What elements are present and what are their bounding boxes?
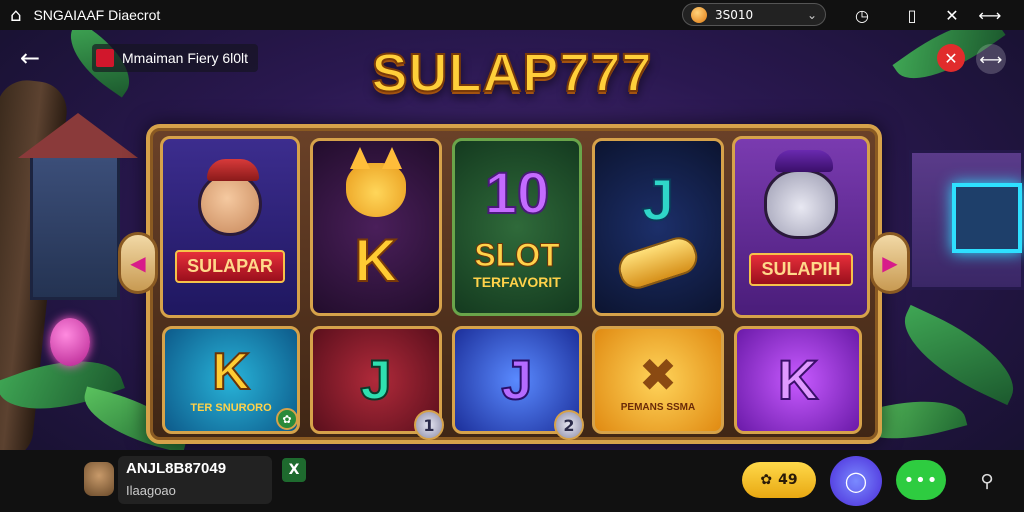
house-right — [909, 150, 1024, 290]
tile-letter: J — [500, 348, 533, 411]
tile-banner: SULAPIH — [749, 252, 853, 286]
shuffle-button[interactable]: ⟷ — [976, 44, 1006, 74]
cat-character — [764, 149, 838, 239]
tile-letter: K — [353, 227, 398, 294]
page-badge-2[interactable]: 2 — [554, 410, 584, 440]
coin-icon — [691, 6, 707, 23]
fox-icon — [346, 147, 406, 217]
house-left — [18, 113, 138, 300]
account-id: ANJL8B87049 — [126, 460, 227, 477]
bonus-count: 49 — [778, 472, 798, 488]
gold-bar-icon — [614, 232, 702, 294]
hero-character — [198, 158, 262, 236]
tile-word: SLOT — [474, 236, 560, 273]
breadcrumb[interactable]: Mmaiman Fiery 6l0lt — [92, 44, 259, 72]
bonus-icon: ✿ — [760, 472, 773, 488]
chat-icon[interactable]: ◯ — [830, 456, 882, 506]
tile-letter: K — [777, 348, 819, 411]
pin-icon[interactable]: ⚲ — [972, 466, 1002, 496]
back-arrow-icon[interactable]: ← — [14, 42, 46, 74]
slot-tile-fox-k[interactable]: K — [310, 138, 442, 316]
tile-banner: SULAPAR — [175, 249, 285, 283]
account-subtitle: Ilaagoao — [126, 483, 176, 498]
tile-caption: PEMANS SSMA — [620, 401, 696, 413]
next-arrow-button[interactable]: ▶ — [870, 232, 910, 294]
glowing-flower — [50, 318, 90, 366]
slot-tile-k-purple[interactable]: K — [734, 326, 862, 434]
neon-window — [952, 183, 1022, 253]
shuffle-icon[interactable]: ⟷ — [979, 5, 1002, 25]
status-title: SNGAIAAF Diaecrot — [33, 7, 161, 23]
account-box[interactable]: ANJL8B87049 Ilaagoao — [118, 456, 272, 504]
game-logo: SULAP777 — [370, 42, 653, 104]
slot-tile-hero[interactable]: SULAPAR — [160, 136, 300, 318]
breadcrumb-label: Mmaiman Fiery 6l0lt — [122, 50, 249, 66]
coin-balance: 3S010 — [715, 7, 754, 22]
more-icon[interactable]: ••• — [896, 460, 946, 500]
tile-number: 10 — [484, 160, 551, 226]
crossed-sticks-icon: ✖ — [638, 347, 678, 402]
flag-icon — [96, 49, 114, 67]
chevron-down-icon: ⌄ — [806, 7, 817, 22]
leaf-badge-icon: ✿ — [276, 408, 298, 430]
tile-caption: TER SNURORO — [190, 402, 272, 414]
bonus-button[interactable]: ✿ 49 — [742, 462, 816, 498]
tile-letter: J — [359, 348, 392, 411]
x-button[interactable]: X — [282, 458, 306, 482]
tile-letter: J — [641, 168, 675, 233]
tile-letter: K — [211, 343, 251, 401]
slot-tile-cat[interactable]: SULAPIH — [732, 136, 870, 318]
slot-tile-crossed[interactable]: ✖ PEMANS SSMA — [592, 326, 724, 434]
close-button[interactable]: ✕ — [937, 44, 965, 72]
previous-arrow-button[interactable]: ◀ — [118, 232, 158, 294]
close-icon[interactable]: ✕ — [942, 5, 962, 25]
slot-tile-10[interactable]: 10 SLOT TERFAVORIT — [452, 138, 582, 316]
leaf — [889, 304, 1024, 406]
avatar[interactable] — [84, 462, 114, 496]
slot-tile-j[interactable]: J — [592, 138, 724, 316]
home-icon[interactable]: ⌂ — [10, 5, 21, 26]
coin-balance-dropdown[interactable]: 3S010 ⌄ — [682, 3, 826, 26]
tile-subtitle: TERFAVORIT — [473, 273, 561, 290]
menu-icon[interactable]: ▯ — [902, 5, 922, 25]
page-badge-1[interactable]: 1 — [414, 410, 444, 440]
clock-icon[interactable]: ◷ — [852, 5, 872, 25]
